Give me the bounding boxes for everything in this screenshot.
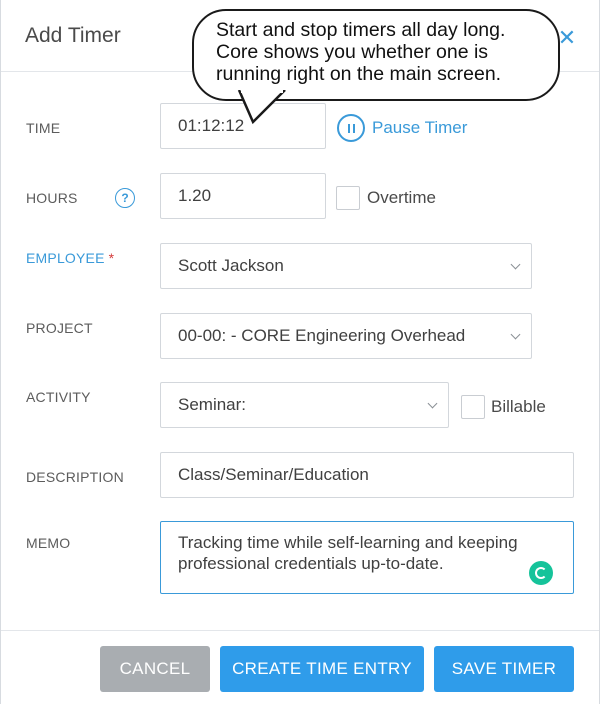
- employee-label-text: EMPLOYEE: [26, 250, 105, 266]
- modal-title: Add Timer: [25, 24, 121, 47]
- description-value: Class/Seminar/Education: [178, 465, 369, 484]
- cancel-button[interactable]: CANCEL: [100, 646, 210, 692]
- save-timer-button[interactable]: SAVE TIMER: [434, 646, 574, 692]
- chevron-down-icon: [510, 259, 521, 269]
- hours-label: HOURS: [26, 190, 78, 206]
- employee-value: Scott Jackson: [178, 256, 284, 275]
- activity-select[interactable]: Seminar:: [160, 382, 449, 428]
- grammarly-icon[interactable]: [529, 561, 553, 585]
- pause-timer-label: Pause Timer: [372, 118, 468, 137]
- billable-checkbox[interactable]: [461, 395, 485, 419]
- activity-value: Seminar:: [178, 395, 247, 414]
- overtime-checkbox[interactable]: [336, 186, 360, 210]
- project-select[interactable]: 00-00: - CORE Engineering Overhead: [160, 313, 532, 359]
- time-label: TIME: [26, 120, 61, 136]
- create-time-entry-button[interactable]: CREATE TIME ENTRY: [220, 646, 424, 692]
- callout-bubble: Start and stop timers all day long. Core…: [192, 9, 560, 101]
- memo-textarea[interactable]: Tracking time while self-learning and ke…: [160, 521, 574, 594]
- description-label: DESCRIPTION: [26, 469, 124, 485]
- pause-timer-button[interactable]: Pause Timer: [337, 114, 467, 142]
- project-value: 00-00: - CORE Engineering Overhead: [178, 326, 466, 345]
- callout-tail: [237, 90, 286, 125]
- add-timer-modal: Add Timer ✕ TIME 01:12:12 Pause Timer HO…: [0, 0, 600, 704]
- billable-label: Billable: [491, 397, 546, 416]
- chevron-down-icon: [510, 329, 521, 339]
- hours-value: 1.20: [178, 186, 212, 205]
- hours-input[interactable]: 1.20: [160, 173, 326, 219]
- employee-select[interactable]: Scott Jackson: [160, 243, 532, 289]
- memo-label: MEMO: [26, 535, 71, 551]
- callout-line-1: Start and stop timers all day long.: [216, 19, 506, 41]
- pause-icon: [337, 114, 365, 142]
- callout-line-3: running right on the main screen.: [216, 63, 502, 85]
- activity-label: ACTIVITY: [26, 389, 91, 405]
- help-icon[interactable]: ?: [115, 188, 135, 208]
- callout-line-2: Core shows you whether one is: [216, 41, 489, 63]
- overtime-label: Overtime: [367, 188, 436, 207]
- description-input[interactable]: Class/Seminar/Education: [160, 452, 574, 498]
- required-marker: *: [108, 250, 115, 266]
- project-label: PROJECT: [26, 320, 93, 336]
- chevron-down-icon: [427, 398, 438, 408]
- memo-value: Tracking time while self-learning and ke…: [178, 533, 518, 573]
- employee-label: EMPLOYEE *: [26, 250, 114, 266]
